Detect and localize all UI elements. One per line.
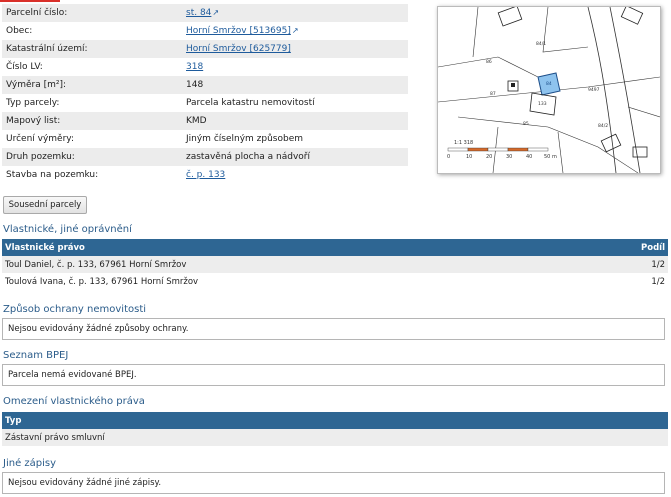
- restriction-type: Zástavní právo smluvní: [2, 429, 668, 446]
- parcel-info-row: Parcelní číslo: st. 84↗: [2, 4, 408, 22]
- parcel-info-row: Katastrální území: Horní Smržov [625779]: [2, 40, 408, 58]
- parcel-info-row: Stavba na pozemku: č. p. 133: [2, 166, 408, 184]
- neighbor-parcels-button[interactable]: Sousední parcely: [3, 196, 87, 214]
- table-row: Zástavní právo smluvní: [2, 429, 668, 446]
- ownership-table: Vlastnické právo Podíl Toul Daniel, č. p…: [2, 239, 668, 290]
- parcel-info-label: Určení výměry:: [6, 134, 75, 144]
- other-title: Jiné zápisy: [3, 458, 57, 469]
- parcel-info-link[interactable]: Horní Smržov [625779]: [186, 44, 291, 54]
- parcel-info-label: Mapový list:: [2, 112, 182, 130]
- parcel-info-label: Typ parcely:: [6, 98, 60, 108]
- parcel-info-value-cell: st. 84↗: [182, 4, 408, 22]
- parcel-info-label: Obec:: [6, 26, 33, 36]
- map-label: 84: [546, 81, 552, 87]
- map-canvas: 84/1 86 87 9497 84 133 85 84/2 1:1 318 0…: [437, 5, 661, 174]
- table-row: Toul Daniel, č. p. 133, 67961 Horní Smrž…: [2, 256, 668, 273]
- parcel-info-link[interactable]: Horní Smržov [513695]: [186, 26, 291, 36]
- parcel-info-value: Jiným číselným způsobem: [186, 134, 303, 144]
- parcel-info-row: Druh pozemku: zastavěná plocha a nádvoří: [2, 148, 408, 166]
- owner-share: 1/2: [580, 273, 668, 290]
- parcel-info-row: Výměra [m²]: 148: [2, 76, 408, 94]
- restriction-header-row: Typ: [2, 412, 668, 429]
- scale-tick: 40: [526, 154, 532, 160]
- parcel-info-value-cell: Horní Smržov [513695]↗: [182, 22, 408, 40]
- restriction-table: Typ Zástavní právo smluvní: [2, 412, 668, 446]
- map-label: 87: [490, 91, 496, 97]
- table-row: Toulová Ivana, č. p. 133, 67961 Horní Sm…: [2, 273, 668, 290]
- scale-ratio: 1:1 318: [454, 140, 473, 146]
- parcel-info-label: Výměra [m²]:: [2, 76, 182, 94]
- cadastral-map[interactable]: 84/1 86 87 9497 84 133 85 84/2 1:1 318 0…: [437, 5, 661, 174]
- parcel-info-row: Typ parcely: Parcela katastru nemovitostí: [2, 94, 408, 112]
- scale-tick: 30: [506, 154, 512, 160]
- parcel-info-value: 148: [186, 80, 204, 90]
- bpej-box: Parcela nemá evidované BPEJ.: [2, 364, 665, 386]
- parcel-info-table: Parcelní číslo: st. 84↗ Obec: Horní Smržov …: [2, 4, 408, 184]
- parcel-info-row: Určení výměry: Jiným číselným způsobem: [2, 130, 408, 148]
- map-label: 84/1: [536, 41, 546, 47]
- protection-title: Způsob ochrany nemovitosti: [3, 304, 147, 315]
- parcel-info-value: Parcela katastru nemovitostí: [186, 98, 315, 108]
- external-link-icon[interactable]: ↗: [292, 26, 299, 35]
- parcel-info-link[interactable]: č. p. 133: [186, 170, 225, 180]
- protection-box: Nejsou evidovány žádné způsoby ochrany.: [2, 318, 665, 340]
- parcel-info-value-cell: Jiným číselným způsobem: [182, 130, 408, 148]
- external-link-icon[interactable]: ↗: [212, 8, 219, 17]
- parcel-info-value-cell: 318: [182, 58, 408, 76]
- scale-tick: 0: [447, 154, 450, 160]
- parcel-info-label: Parcelní číslo:: [2, 4, 182, 22]
- owner-name: Toulová Ivana, č. p. 133, 67961 Horní Sm…: [2, 273, 581, 290]
- parcel-info-value-cell: Parcela katastru nemovitostí: [182, 94, 408, 112]
- map-label: 84/2: [598, 123, 608, 129]
- map-label: 133: [538, 101, 547, 107]
- parcel-info-value-cell: KMD: [182, 112, 408, 130]
- parcel-info-label: Katastrální území:: [2, 40, 182, 58]
- parcel-info-value-cell: č. p. 133: [182, 166, 408, 184]
- parcel-info-link[interactable]: st. 84: [186, 8, 211, 18]
- parcel-info-row: Mapový list: KMD: [2, 112, 408, 130]
- ownership-header-row: Vlastnické právo Podíl: [2, 239, 668, 256]
- parcel-info-value-cell: zastavěná plocha a nádvoří: [182, 148, 408, 166]
- parcel-info-value-cell: Horní Smržov [625779]: [182, 40, 408, 58]
- ownership-col-right: Vlastnické právo: [2, 239, 581, 256]
- scale-tick: 10: [466, 154, 472, 160]
- bpej-title: Seznam BPEJ: [3, 350, 69, 361]
- parcel-info-row: Číslo LV: 318: [2, 58, 408, 76]
- restriction-col-type: Typ: [2, 412, 668, 429]
- owner-share: 1/2: [580, 256, 668, 273]
- owner-name: Toul Daniel, č. p. 133, 67961 Horní Smrž…: [2, 256, 581, 273]
- map-label: 85: [523, 121, 529, 127]
- ownership-col-share: Podíl: [580, 239, 668, 256]
- parcel-info-value-cell: 148: [182, 76, 408, 94]
- map-label: 9497: [588, 87, 600, 93]
- parcel-info-row: Obec: Horní Smržov [513695]↗: [2, 22, 408, 40]
- parcel-info-label: Druh pozemku:: [2, 148, 182, 166]
- scale-tick: 50 m: [544, 154, 557, 160]
- restriction-title: Omezení vlastnického práva: [3, 396, 145, 407]
- parcel-info-value: KMD: [186, 116, 207, 126]
- other-box: Nejsou evidovány žádné jiné zápisy.: [2, 472, 665, 494]
- scale-tick: 20: [486, 154, 492, 160]
- map-label: 86: [486, 59, 492, 65]
- parcel-info-value: zastavěná plocha a nádvoří: [186, 152, 311, 162]
- ownership-title: Vlastnické, jiné oprávnění: [3, 224, 132, 235]
- parcel-info-label: Číslo LV:: [6, 62, 43, 72]
- parcel-info-label: Stavba na pozemku:: [6, 170, 99, 180]
- parcel-info-link[interactable]: 318: [186, 62, 203, 72]
- top-accent-bar: [0, 0, 60, 2]
